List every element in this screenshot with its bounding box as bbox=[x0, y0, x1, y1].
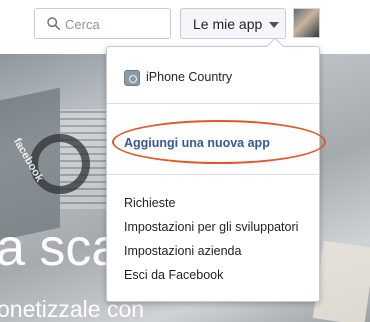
search-icon bbox=[47, 17, 60, 30]
menu-item-requests[interactable]: Richieste bbox=[124, 196, 175, 210]
my-apps-button[interactable]: Le mie app bbox=[180, 8, 286, 39]
add-new-app-label: Aggiungi una nuova app bbox=[124, 136, 270, 150]
search-box[interactable] bbox=[34, 8, 171, 39]
caret-down-icon bbox=[269, 22, 279, 28]
menu-item-logout[interactable]: Esci da Facebook bbox=[124, 268, 223, 282]
avatar[interactable] bbox=[293, 8, 320, 38]
menu-item-business-settings[interactable]: Impostazioni azienda bbox=[124, 244, 241, 258]
book-image bbox=[312, 240, 370, 322]
app-name: iPhone Country bbox=[146, 70, 233, 84]
search-input[interactable] bbox=[65, 14, 165, 34]
divider bbox=[107, 174, 319, 175]
divider bbox=[107, 103, 319, 104]
headphones-image bbox=[30, 134, 90, 194]
my-apps-dropdown: iPhone Country Aggiungi una nuova app Ri… bbox=[106, 37, 326, 302]
my-apps-label: Le mie app bbox=[193, 16, 263, 32]
menu-item-developer-settings[interactable]: Impostazioni per gli sviluppatori bbox=[124, 220, 298, 234]
hero-headline: a sca bbox=[0, 219, 121, 277]
add-new-app-link[interactable]: Aggiungi una nuova app bbox=[112, 120, 326, 164]
app-item-iphone-country[interactable]: iPhone Country bbox=[124, 69, 314, 87]
app-gear-icon bbox=[124, 70, 140, 86]
